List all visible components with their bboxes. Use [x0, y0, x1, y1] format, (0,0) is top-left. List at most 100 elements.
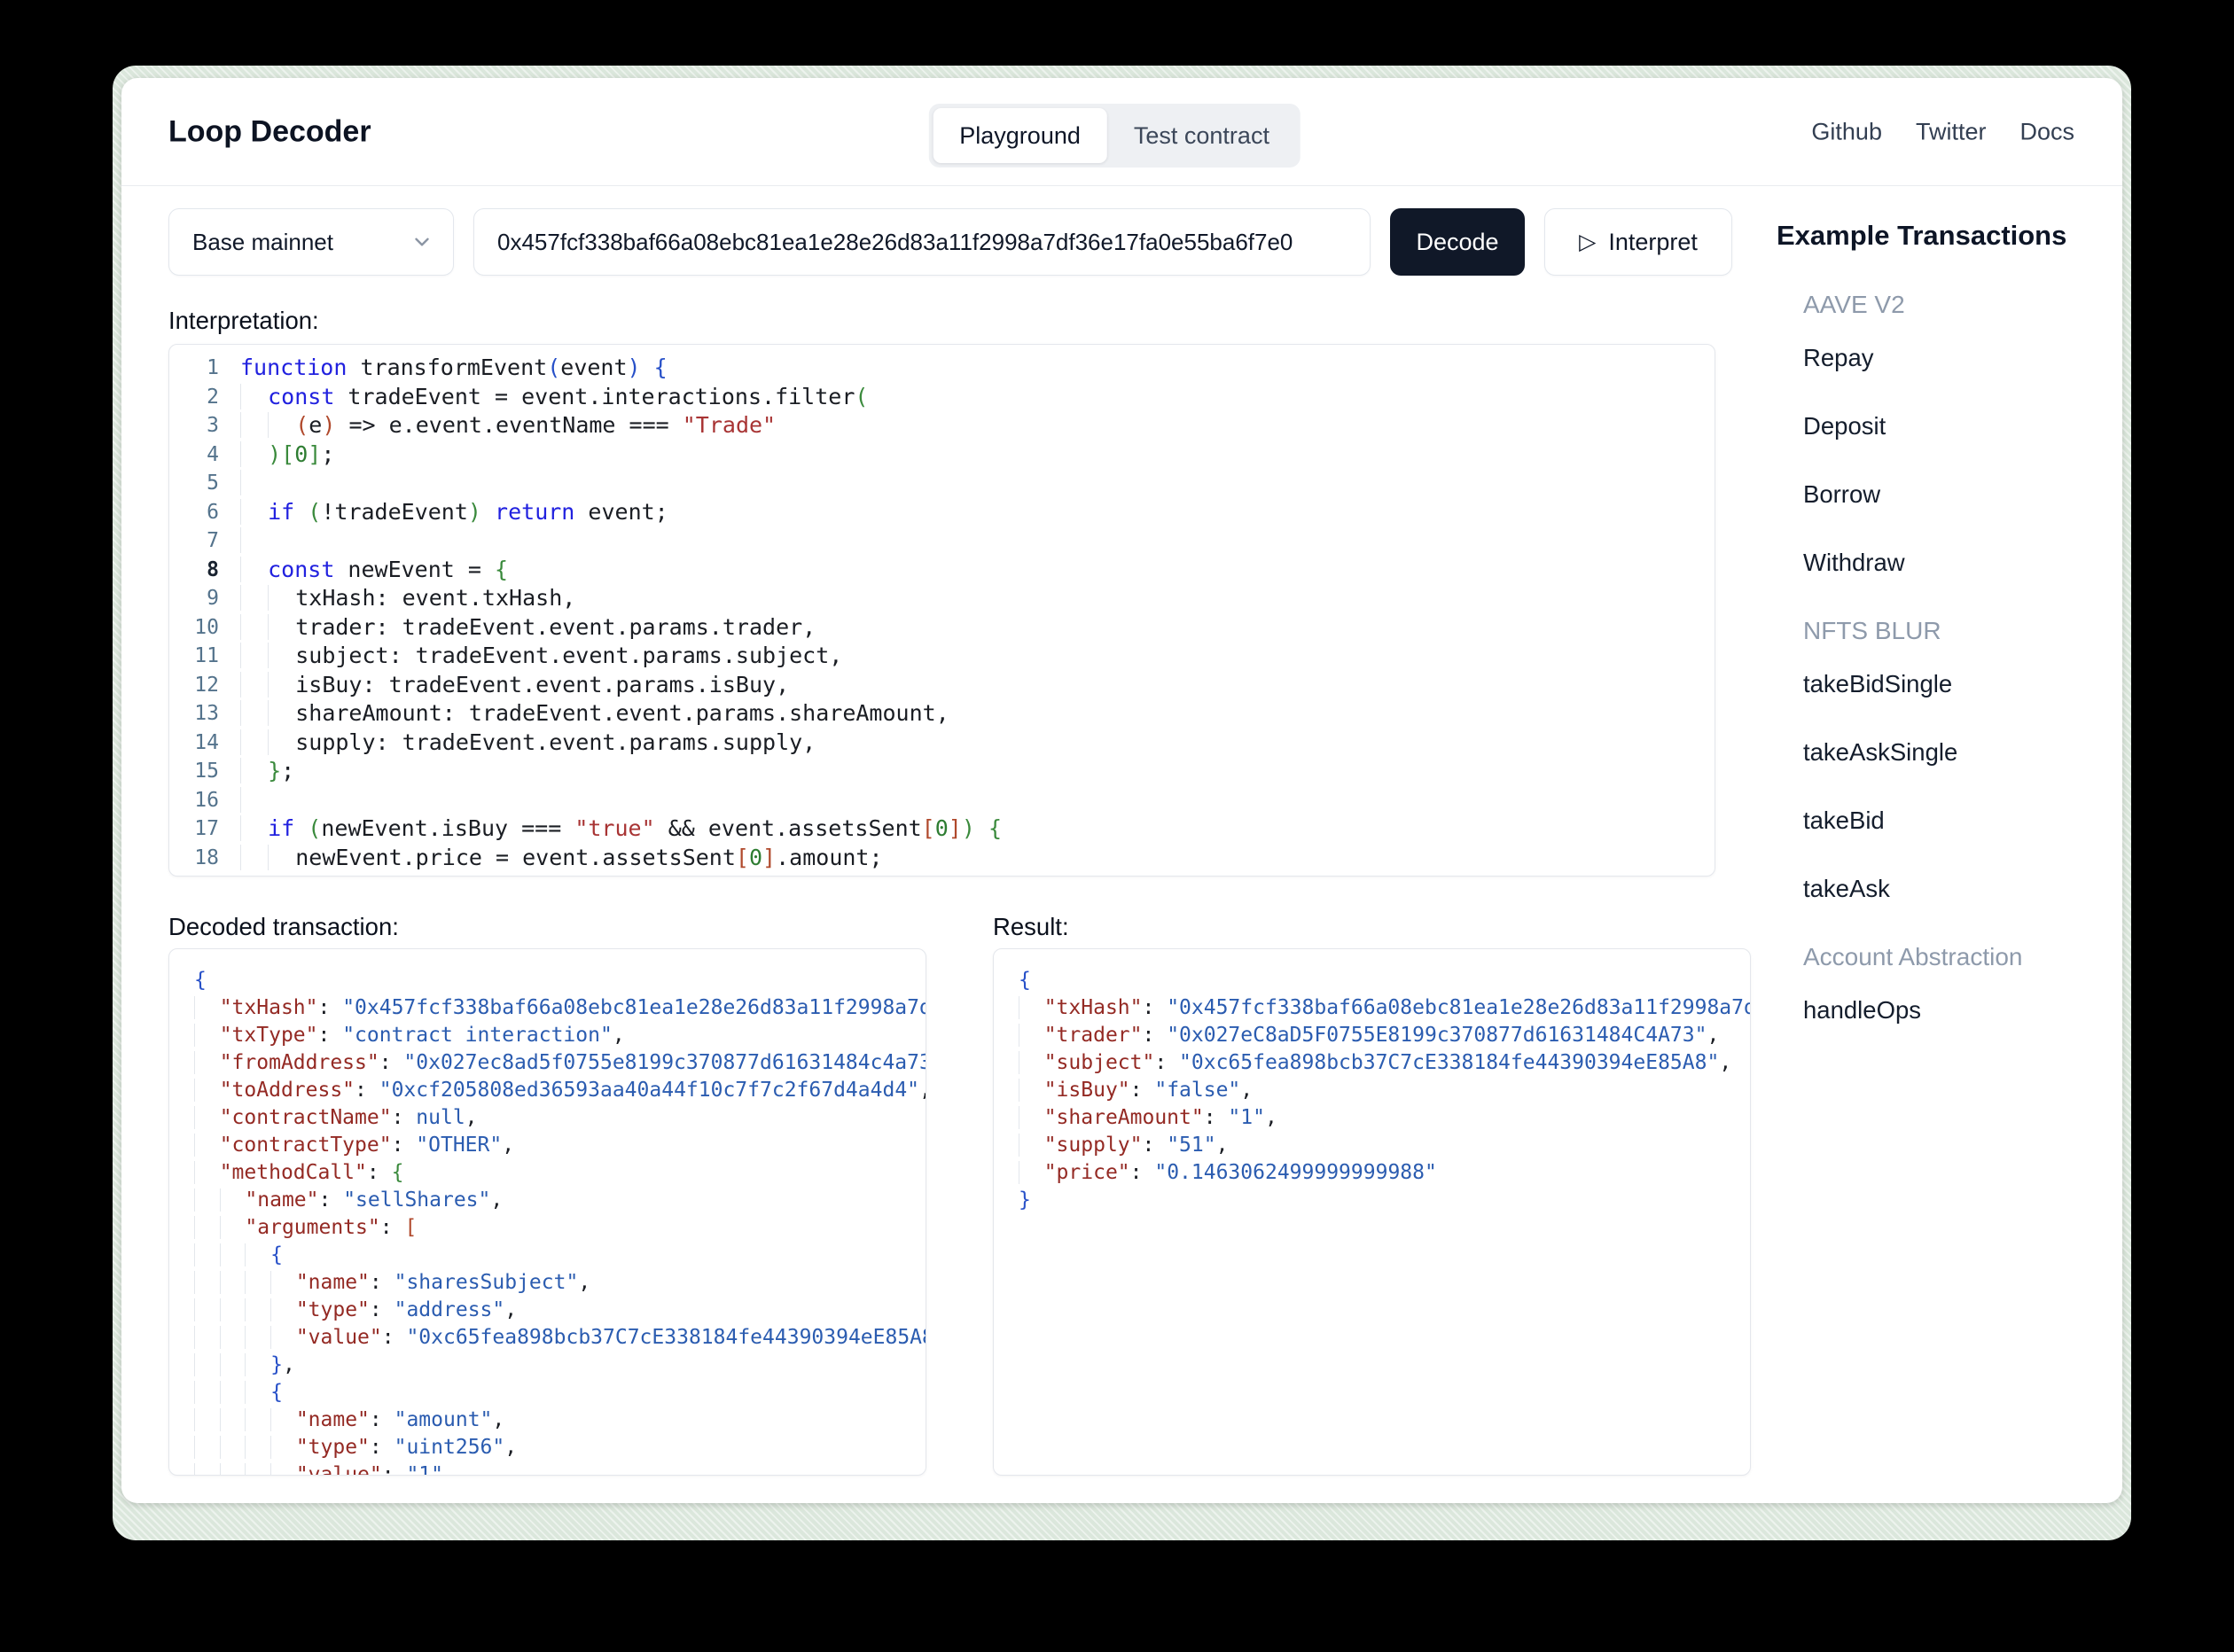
line-number: 2 [169, 383, 240, 412]
tx-hash-input[interactable] [473, 208, 1371, 276]
line-number: 4 [169, 440, 240, 470]
code-line: 17 if (newEvent.isBuy === "true" && even… [169, 814, 1715, 844]
line-number: 13 [169, 699, 240, 729]
line-number: 9 [169, 584, 240, 613]
interpretation-label: Interpretation: [168, 307, 319, 335]
json-line: "arguments": [ [169, 1214, 926, 1242]
json-line: "methodCall": { [169, 1159, 926, 1187]
tab-test-contract[interactable]: Test contract [1107, 108, 1296, 163]
example-takeasksingle[interactable]: takeAskSingle [1803, 738, 2122, 767]
json-line: { [169, 1379, 926, 1407]
json-line: "price": "0.1463062499999999988" [994, 1159, 1750, 1187]
decoded-json-panel: { "txHash": "0x457fcf338baf66a08ebc81ea1… [168, 948, 926, 1476]
example-section-account-abstraction: Account Abstraction [1803, 943, 2122, 971]
line-number: 6 [169, 498, 240, 527]
example-takebid[interactable]: takeBid [1803, 807, 2122, 835]
code-line: 10 trader: tradeEvent.event.params.trade… [169, 613, 1715, 643]
example-deposit[interactable]: Deposit [1803, 412, 2122, 440]
example-borrow[interactable]: Borrow [1803, 480, 2122, 509]
code-line: 14 supply: tradeEvent.event.params.suppl… [169, 729, 1715, 758]
code-line: 9 txHash: event.txHash, [169, 584, 1715, 613]
json-line: { [169, 1242, 926, 1269]
line-number: 14 [169, 729, 240, 758]
code-line: 5 [169, 469, 1715, 498]
result-json-panel: { "txHash": "0x457fcf338baf66a08ebc81ea1… [993, 948, 1751, 1476]
network-select-value: Base mainnet [192, 229, 333, 256]
line-number: 16 [169, 786, 240, 815]
json-line: { [169, 967, 926, 994]
code-line: 1function transformEvent(event) { [169, 354, 1715, 383]
json-line: "isBuy": "false", [994, 1077, 1750, 1104]
app-title: Loop Decoder [168, 114, 371, 149]
code-line: 13 shareAmount: tradeEvent.event.params.… [169, 699, 1715, 729]
line-number: 10 [169, 613, 240, 643]
decode-button[interactable]: Decode [1390, 208, 1525, 276]
code-line: 2 const tradeEvent = event.interactions.… [169, 383, 1715, 412]
json-line: "name": "sellShares", [169, 1187, 926, 1214]
examples-title: Example Transactions [1777, 220, 2122, 252]
result-label: Result: [993, 913, 1069, 941]
line-number: 3 [169, 411, 240, 440]
header-link-github[interactable]: Github [1811, 118, 1882, 145]
screen: Loop Decoder PlaygroundTest contract Git… [0, 0, 2234, 1652]
line-number: 18 [169, 844, 240, 873]
code-line: 16 [169, 786, 1715, 815]
json-line: "shareAmount": "1", [994, 1104, 1750, 1132]
app-card: Loop Decoder PlaygroundTest contract Git… [121, 78, 2122, 1503]
tab-playground[interactable]: Playground [933, 108, 1107, 163]
examples-list: AAVE V2 Repay Deposit Borrow Withdraw NFTS BL… [1777, 291, 2122, 1025]
line-number: 5 [169, 469, 240, 498]
json-line: "fromAddress": "0x027ec8ad5f0755e8199c37… [169, 1049, 926, 1077]
header-links: Github Twitter Docs [1811, 118, 2074, 145]
controls-row: Base mainnet Decode ▷ Interpret [168, 208, 1732, 276]
app-frame: Loop Decoder PlaygroundTest contract Git… [113, 66, 2131, 1540]
json-line: "txHash": "0x457fcf338baf66a08ebc81ea1e2… [994, 994, 1750, 1022]
examples-sidebar: Example Transactions AAVE V2 Repay Deposit… [1777, 220, 2122, 1064]
json-line: "txType": "contract interaction", [169, 1022, 926, 1049]
example-takebidsingle[interactable]: takeBidSingle [1803, 670, 2122, 698]
code-line: 12 isBuy: tradeEvent.event.params.isBuy, [169, 671, 1715, 700]
json-line: }, [169, 1352, 926, 1379]
code-line: 18 newEvent.price = event.assetsSent[0].… [169, 844, 1715, 873]
decoded-transaction-label: Decoded transaction: [168, 913, 399, 941]
example-withdraw[interactable]: Withdraw [1803, 549, 2122, 577]
example-section-aave-v2: AAVE V2 [1803, 291, 2122, 319]
interpret-button[interactable]: ▷ Interpret [1544, 208, 1732, 276]
header-link-twitter[interactable]: Twitter [1916, 118, 1987, 145]
line-number: 8 [169, 556, 240, 585]
json-line: "subject": "0xc65fea898bcb37C7cE338184fe… [994, 1049, 1750, 1077]
json-line: } [994, 1187, 1750, 1214]
json-line: "txHash": "0x457fcf338baf66a08ebc81ea1e2… [169, 994, 926, 1022]
interpret-button-label: Interpret [1608, 229, 1698, 256]
example-section-nfts-blur: NFTS BLUR [1803, 617, 2122, 645]
json-line: "value": "0xc65fea898bcb37C7cE338184fe44… [169, 1324, 926, 1352]
code-line: 15 }; [169, 757, 1715, 786]
code-line: 7 [169, 526, 1715, 556]
json-line: "contractType": "OTHER", [169, 1132, 926, 1159]
code-line: 11 subject: tradeEvent.event.params.subj… [169, 642, 1715, 671]
example-takeask[interactable]: takeAsk [1803, 875, 2122, 903]
line-number: 11 [169, 642, 240, 671]
line-number: 1 [169, 354, 240, 383]
network-select[interactable]: Base mainnet [168, 208, 454, 276]
json-line: "type": "address", [169, 1297, 926, 1324]
view-tabs: PlaygroundTest contract [928, 104, 1301, 168]
code-line: 6 if (!tradeEvent) return event; [169, 498, 1715, 527]
header-link-docs[interactable]: Docs [2019, 118, 2074, 145]
code-line: 3 (e) => e.event.eventName === "Trade" [169, 411, 1715, 440]
code-editor[interactable]: 1function transformEvent(event) {2 const… [168, 344, 1715, 877]
json-line: "contractName": null, [169, 1104, 926, 1132]
json-line: { [994, 967, 1750, 994]
code-line: 4 )[0]; [169, 440, 1715, 470]
json-line: "toAddress": "0xcf205808ed36593aa40a44f1… [169, 1077, 926, 1104]
example-repay[interactable]: Repay [1803, 344, 2122, 372]
line-number: 12 [169, 671, 240, 700]
json-line: "supply": "51", [994, 1132, 1750, 1159]
json-line: "name": "sharesSubject", [169, 1269, 926, 1297]
line-number: 15 [169, 757, 240, 786]
json-line: "value": "1" [169, 1461, 926, 1476]
json-line: "name": "amount", [169, 1407, 926, 1434]
play-outline-icon: ▷ [1579, 229, 1596, 255]
json-line: "trader": "0x027eC8aD5F0755E8199c370877d… [994, 1022, 1750, 1049]
example-handleops[interactable]: handleOps [1803, 996, 2122, 1025]
